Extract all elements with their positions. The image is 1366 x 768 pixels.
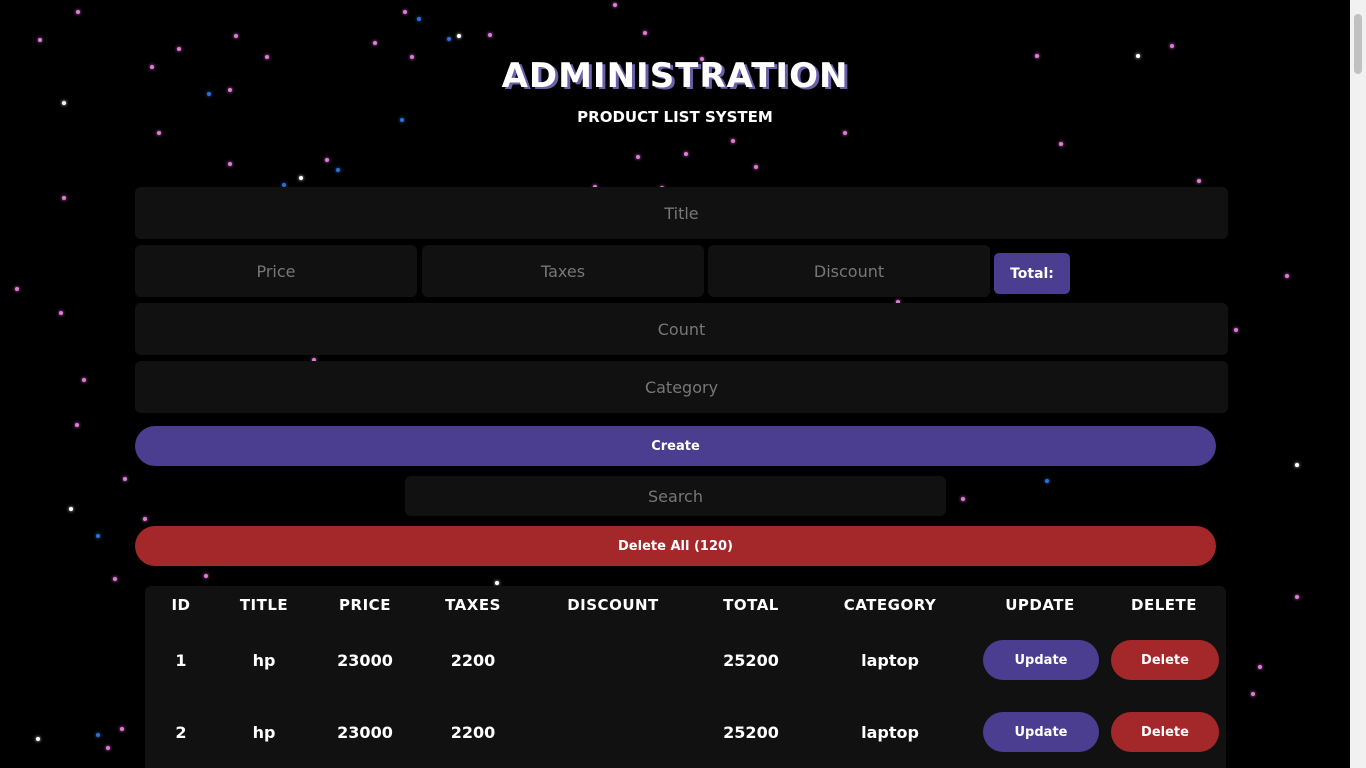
star [228, 162, 232, 166]
taxes-input[interactable]: Taxes [422, 245, 704, 297]
star [204, 574, 208, 578]
delete-button[interactable]: Delete [1111, 712, 1219, 752]
star [62, 101, 66, 105]
star [754, 165, 758, 169]
products-table: ID TITLE PRICE TAXES DISCOUNT TOTAL CATE… [145, 586, 1226, 768]
column-header-category: CATEGORY [843, 596, 937, 614]
star [447, 37, 451, 41]
star [731, 139, 735, 143]
star [76, 10, 80, 14]
star [488, 33, 492, 37]
cell-price: 23000 [337, 651, 393, 670]
cell-title: hp [252, 723, 276, 742]
star [1170, 44, 1174, 48]
star [75, 423, 79, 427]
star [843, 131, 847, 135]
update-button[interactable]: Update [983, 712, 1099, 752]
page-title: ADMINISTRATION [501, 56, 849, 96]
star [1295, 595, 1299, 599]
cell-category: laptop [861, 651, 919, 670]
delete-all-button[interactable]: Delete All (120) [135, 526, 1216, 566]
discount-input[interactable]: Discount [708, 245, 990, 297]
column-header-delete: DELETE [1131, 596, 1197, 614]
column-header-id: ID [171, 596, 191, 614]
star [234, 34, 238, 38]
star [120, 727, 124, 731]
column-header-update: UPDATE [1005, 596, 1075, 614]
category-input[interactable]: Category [135, 361, 1228, 413]
star [961, 497, 965, 501]
star [1059, 142, 1063, 146]
star [1285, 274, 1289, 278]
star [1197, 179, 1201, 183]
star [299, 176, 303, 180]
delete-button[interactable]: Delete [1111, 640, 1219, 680]
cell-category: laptop [861, 723, 919, 742]
cell-total: 25200 [723, 651, 779, 670]
star [69, 507, 73, 511]
count-input[interactable]: Count [135, 303, 1228, 355]
star [403, 10, 407, 14]
star [417, 17, 421, 21]
total-badge: Total: [994, 253, 1070, 294]
star [96, 733, 100, 737]
star [636, 155, 640, 159]
star [684, 152, 688, 156]
star [1234, 328, 1238, 332]
cell-taxes: 2200 [450, 651, 496, 670]
column-header-total: TOTAL [723, 596, 779, 614]
star [613, 3, 617, 7]
star [82, 378, 86, 382]
star [62, 196, 66, 200]
star [123, 477, 127, 481]
star [457, 34, 461, 38]
star [1251, 692, 1255, 696]
star [325, 158, 329, 162]
star [143, 517, 147, 521]
star [1045, 479, 1049, 483]
star [157, 131, 161, 135]
create-button[interactable]: Create [135, 426, 1216, 466]
update-button[interactable]: Update [983, 640, 1099, 680]
star [177, 47, 181, 51]
title-input[interactable]: Title [135, 187, 1228, 239]
star [96, 534, 100, 538]
star [643, 31, 647, 35]
star [59, 311, 63, 315]
star [113, 577, 117, 581]
star [106, 746, 110, 750]
column-header-price: PRICE [339, 596, 391, 614]
star [36, 737, 40, 741]
cell-taxes: 2200 [450, 723, 496, 742]
scrollbar-thumb[interactable] [1354, 14, 1362, 74]
star [373, 41, 377, 45]
column-header-title: TITLE [239, 596, 289, 614]
cell-id: 1 [175, 651, 187, 670]
star [38, 38, 42, 42]
cell-total: 25200 [723, 723, 779, 742]
star [495, 581, 499, 585]
page-scrollbar[interactable] [1350, 0, 1366, 768]
star [336, 168, 340, 172]
price-input[interactable]: Price [135, 245, 417, 297]
star [1295, 463, 1299, 467]
star [15, 287, 19, 291]
cell-title: hp [252, 651, 276, 670]
search-input[interactable]: Search [405, 476, 946, 516]
cell-id: 2 [175, 723, 187, 742]
column-header-discount: DISCOUNT [567, 596, 659, 614]
cell-price: 23000 [337, 723, 393, 742]
page-subtitle: PRODUCT LIST SYSTEM [577, 108, 773, 126]
star [1258, 665, 1262, 669]
column-header-taxes: TAXES [445, 596, 501, 614]
